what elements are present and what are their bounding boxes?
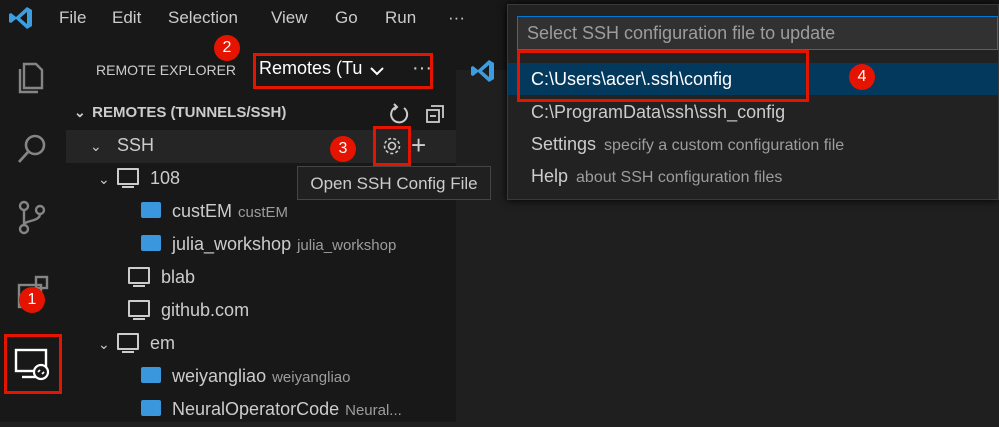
monitor-icon <box>117 168 140 188</box>
chevron-down-icon: ⌄ <box>98 171 110 187</box>
chevron-down-icon: ⌄ <box>74 104 86 120</box>
chevron-down-icon: ⌄ <box>90 138 102 154</box>
ssh-label: SSH <box>117 135 155 155</box>
add-icon[interactable]: + <box>411 130 426 161</box>
annotation-box-dropdown <box>253 53 433 89</box>
annotation-badge-4: 4 <box>849 64 875 90</box>
search-icon[interactable] <box>10 127 54 171</box>
annotation-badge-3: 3 <box>330 136 356 162</box>
tree-item-label: weiyangliao <box>172 366 267 386</box>
source-control-icon[interactable] <box>10 195 54 239</box>
tree-item-folder[interactable]: weiyangliao weiyangliao <box>66 361 456 394</box>
annotation-badge-2: 2 <box>214 35 240 61</box>
tree-item-desc: julia_workshop <box>297 237 397 254</box>
annotation-box-config-item <box>517 50 809 102</box>
remote-explorer-sidebar: REMOTE EXPLORER Remotes (Tu ··· ⌄ REMOTE… <box>66 35 456 422</box>
tree-item-label: custEM <box>172 201 233 221</box>
quickpick-item[interactable]: Help about SSH configuration files <box>508 160 998 192</box>
monitor-icon <box>128 267 150 287</box>
folder-icon <box>141 400 161 416</box>
annotation-box-remote-explorer <box>4 334 62 394</box>
folder-icon <box>141 367 161 383</box>
tree-item-host[interactable]: blab <box>66 262 456 295</box>
menu-run[interactable]: Run <box>385 0 416 35</box>
tree-item-host[interactable]: github.com <box>66 295 456 328</box>
tree-item-label: julia_workshop <box>172 234 292 254</box>
folder-icon <box>141 235 161 251</box>
menu-selection[interactable]: Selection <box>168 0 238 35</box>
quickpick-item-label: Help <box>531 166 569 186</box>
menu-edit[interactable]: Edit <box>112 0 141 35</box>
annotation-box-gear <box>373 126 411 166</box>
menu-view[interactable]: View <box>271 0 308 35</box>
quickpick-item-label: C:\ProgramData\ssh\ssh_config <box>531 102 786 122</box>
folder-icon <box>141 202 161 218</box>
collapse-all-icon[interactable] <box>424 103 446 125</box>
tree-item-label: em <box>150 333 176 353</box>
quickpick-input[interactable]: Select SSH configuration file to update <box>517 16 998 50</box>
vscode-tab-icon <box>471 60 494 82</box>
sidebar-title: REMOTE EXPLORER <box>96 62 237 78</box>
ssh-config-quickpick: Select SSH configuration file to update … <box>507 4 999 200</box>
explorer-icon[interactable] <box>10 55 54 99</box>
tree-item-desc: Neural... <box>345 402 402 419</box>
tree-item-label: 108 <box>150 168 181 188</box>
tree-item-desc: weiyangliao <box>272 369 351 386</box>
menu-more[interactable]: ··· <box>448 0 465 35</box>
tree-item-label: github.com <box>161 300 250 320</box>
quickpick-item[interactable]: Settings specify a custom configuration f… <box>508 128 998 160</box>
tree-item-label: NeuralOperatorCode <box>172 399 340 419</box>
tree-item-label: blab <box>161 267 196 287</box>
chevron-down-icon: ⌄ <box>98 336 110 352</box>
vscode-logo-icon <box>9 7 32 29</box>
monitor-icon <box>128 300 150 320</box>
menu-file[interactable]: File <box>59 0 86 35</box>
menu-go[interactable]: Go <box>335 0 358 35</box>
refresh-icon[interactable] <box>388 103 410 125</box>
section-title: REMOTES (TUNNELS/SSH) <box>92 104 287 121</box>
quickpick-item-label: Settings <box>531 134 597 154</box>
monitor-icon <box>117 333 140 353</box>
tree-item-desc: custEM <box>238 204 289 221</box>
quickpick-item-desc: about SSH configuration files <box>576 169 783 186</box>
quickpick-item-desc: specify a custom configuration file <box>604 137 845 154</box>
tree-item-folder[interactable]: NeuralOperatorCode Neural... <box>66 394 456 427</box>
annotation-badge-1: 1 <box>19 287 45 313</box>
tree-item-host[interactable]: ⌄ em <box>66 328 456 361</box>
tree-item-folder[interactable]: julia_workshop julia_workshop <box>66 229 456 262</box>
tooltip: Open SSH Config File <box>297 166 491 200</box>
